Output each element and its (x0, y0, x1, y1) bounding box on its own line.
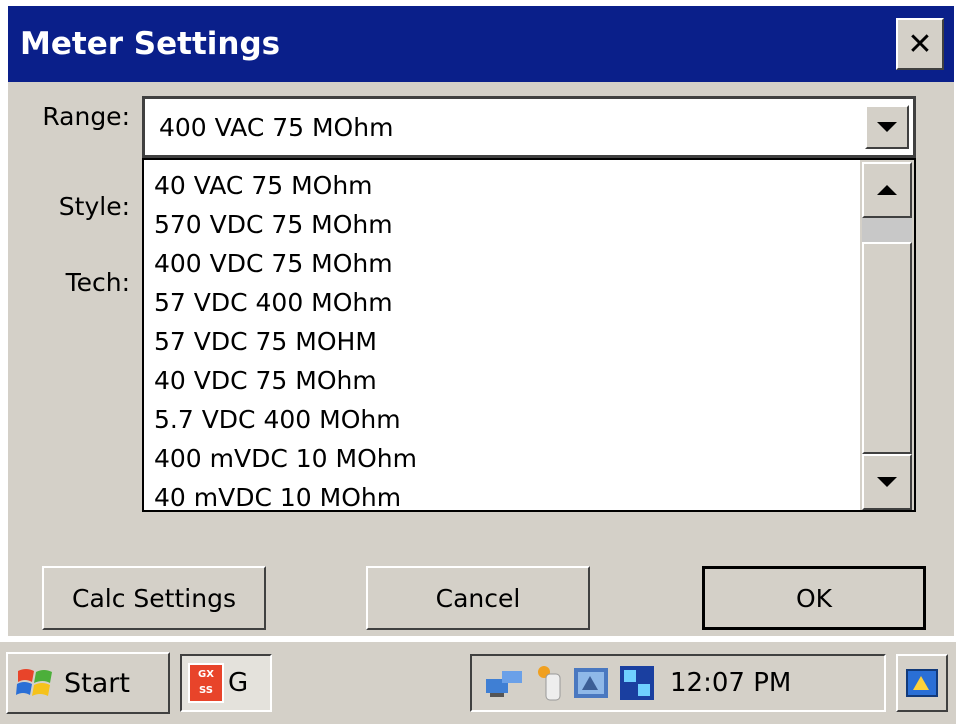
close-button[interactable]: ✕ (896, 18, 944, 70)
network-icon[interactable] (482, 665, 526, 701)
list-scrollbar[interactable] (860, 160, 914, 510)
dialog-title: Meter Settings (20, 26, 281, 62)
cancel-button[interactable]: Cancel (366, 566, 590, 630)
range-option[interactable]: 57 VDC 400 MOhm (154, 283, 854, 322)
range-option[interactable]: 40 VAC 75 MOhm (154, 166, 854, 205)
app-icon: GX SS (188, 663, 224, 703)
sync-icon[interactable] (572, 664, 610, 702)
arrow-down-icon (877, 477, 897, 487)
taskbar-app-button[interactable]: GX SS G (180, 654, 272, 712)
range-option[interactable]: 40 mVDC 10 MOhm (154, 478, 854, 517)
close-icon: ✕ (907, 26, 933, 62)
bluetooth-icon[interactable] (534, 664, 564, 702)
range-option[interactable]: 400 mVDC 10 MOhm (154, 439, 854, 478)
windows-logo-icon (16, 669, 52, 696)
system-tray: 12:07 PM (470, 654, 886, 712)
range-option[interactable]: 400 VDC 75 MOhm (154, 244, 854, 283)
range-option[interactable]: 570 VDC 75 MOhm (154, 205, 854, 244)
range-options: 40 VAC 75 MOhm 570 VDC 75 MOhm 400 VDC 75 … (154, 166, 854, 517)
ok-button[interactable]: OK (702, 566, 926, 630)
range-option[interactable]: 57 VDC 75 MOHM (154, 322, 854, 361)
arrow-up-icon (877, 185, 897, 195)
scroll-track[interactable] (862, 218, 912, 454)
chevron-down-icon (877, 122, 897, 132)
tech-label: Tech: (65, 268, 130, 297)
app-title: G (228, 668, 249, 698)
start-button[interactable]: Start (6, 652, 170, 714)
range-dropdown-list[interactable]: 40 VAC 75 MOhm 570 VDC 75 MOhm 400 VDC 75 … (142, 158, 916, 512)
range-selected-value: 400 VAC 75 MOhm (159, 113, 394, 142)
scroll-down-button[interactable] (862, 454, 912, 510)
scroll-thumb[interactable] (862, 242, 912, 454)
taskbar: Start GX SS G 12:07 PM (0, 640, 956, 724)
calc-settings-button[interactable]: Calc Settings (42, 566, 266, 630)
range-dropdown-button[interactable] (865, 105, 909, 149)
show-desktop-button[interactable] (896, 654, 948, 712)
range-label: Range: (42, 102, 130, 131)
range-option[interactable]: 40 VDC 75 MOhm (154, 361, 854, 400)
start-label: Start (64, 667, 130, 699)
clock[interactable]: 12:07 PM (670, 668, 791, 698)
meter-settings-dialog: Meter Settings ✕ Range: Style: Tech: 400… (8, 6, 954, 636)
utg-vnt-icon[interactable] (618, 664, 656, 702)
style-label: Style: (58, 192, 130, 221)
title-bar: Meter Settings ✕ (8, 6, 954, 82)
range-option[interactable]: 5.7 VDC 400 MOhm (154, 400, 854, 439)
desktop-icon (906, 669, 938, 697)
scroll-up-button[interactable] (862, 162, 912, 218)
range-select[interactable]: 400 VAC 75 MOhm (142, 96, 916, 158)
